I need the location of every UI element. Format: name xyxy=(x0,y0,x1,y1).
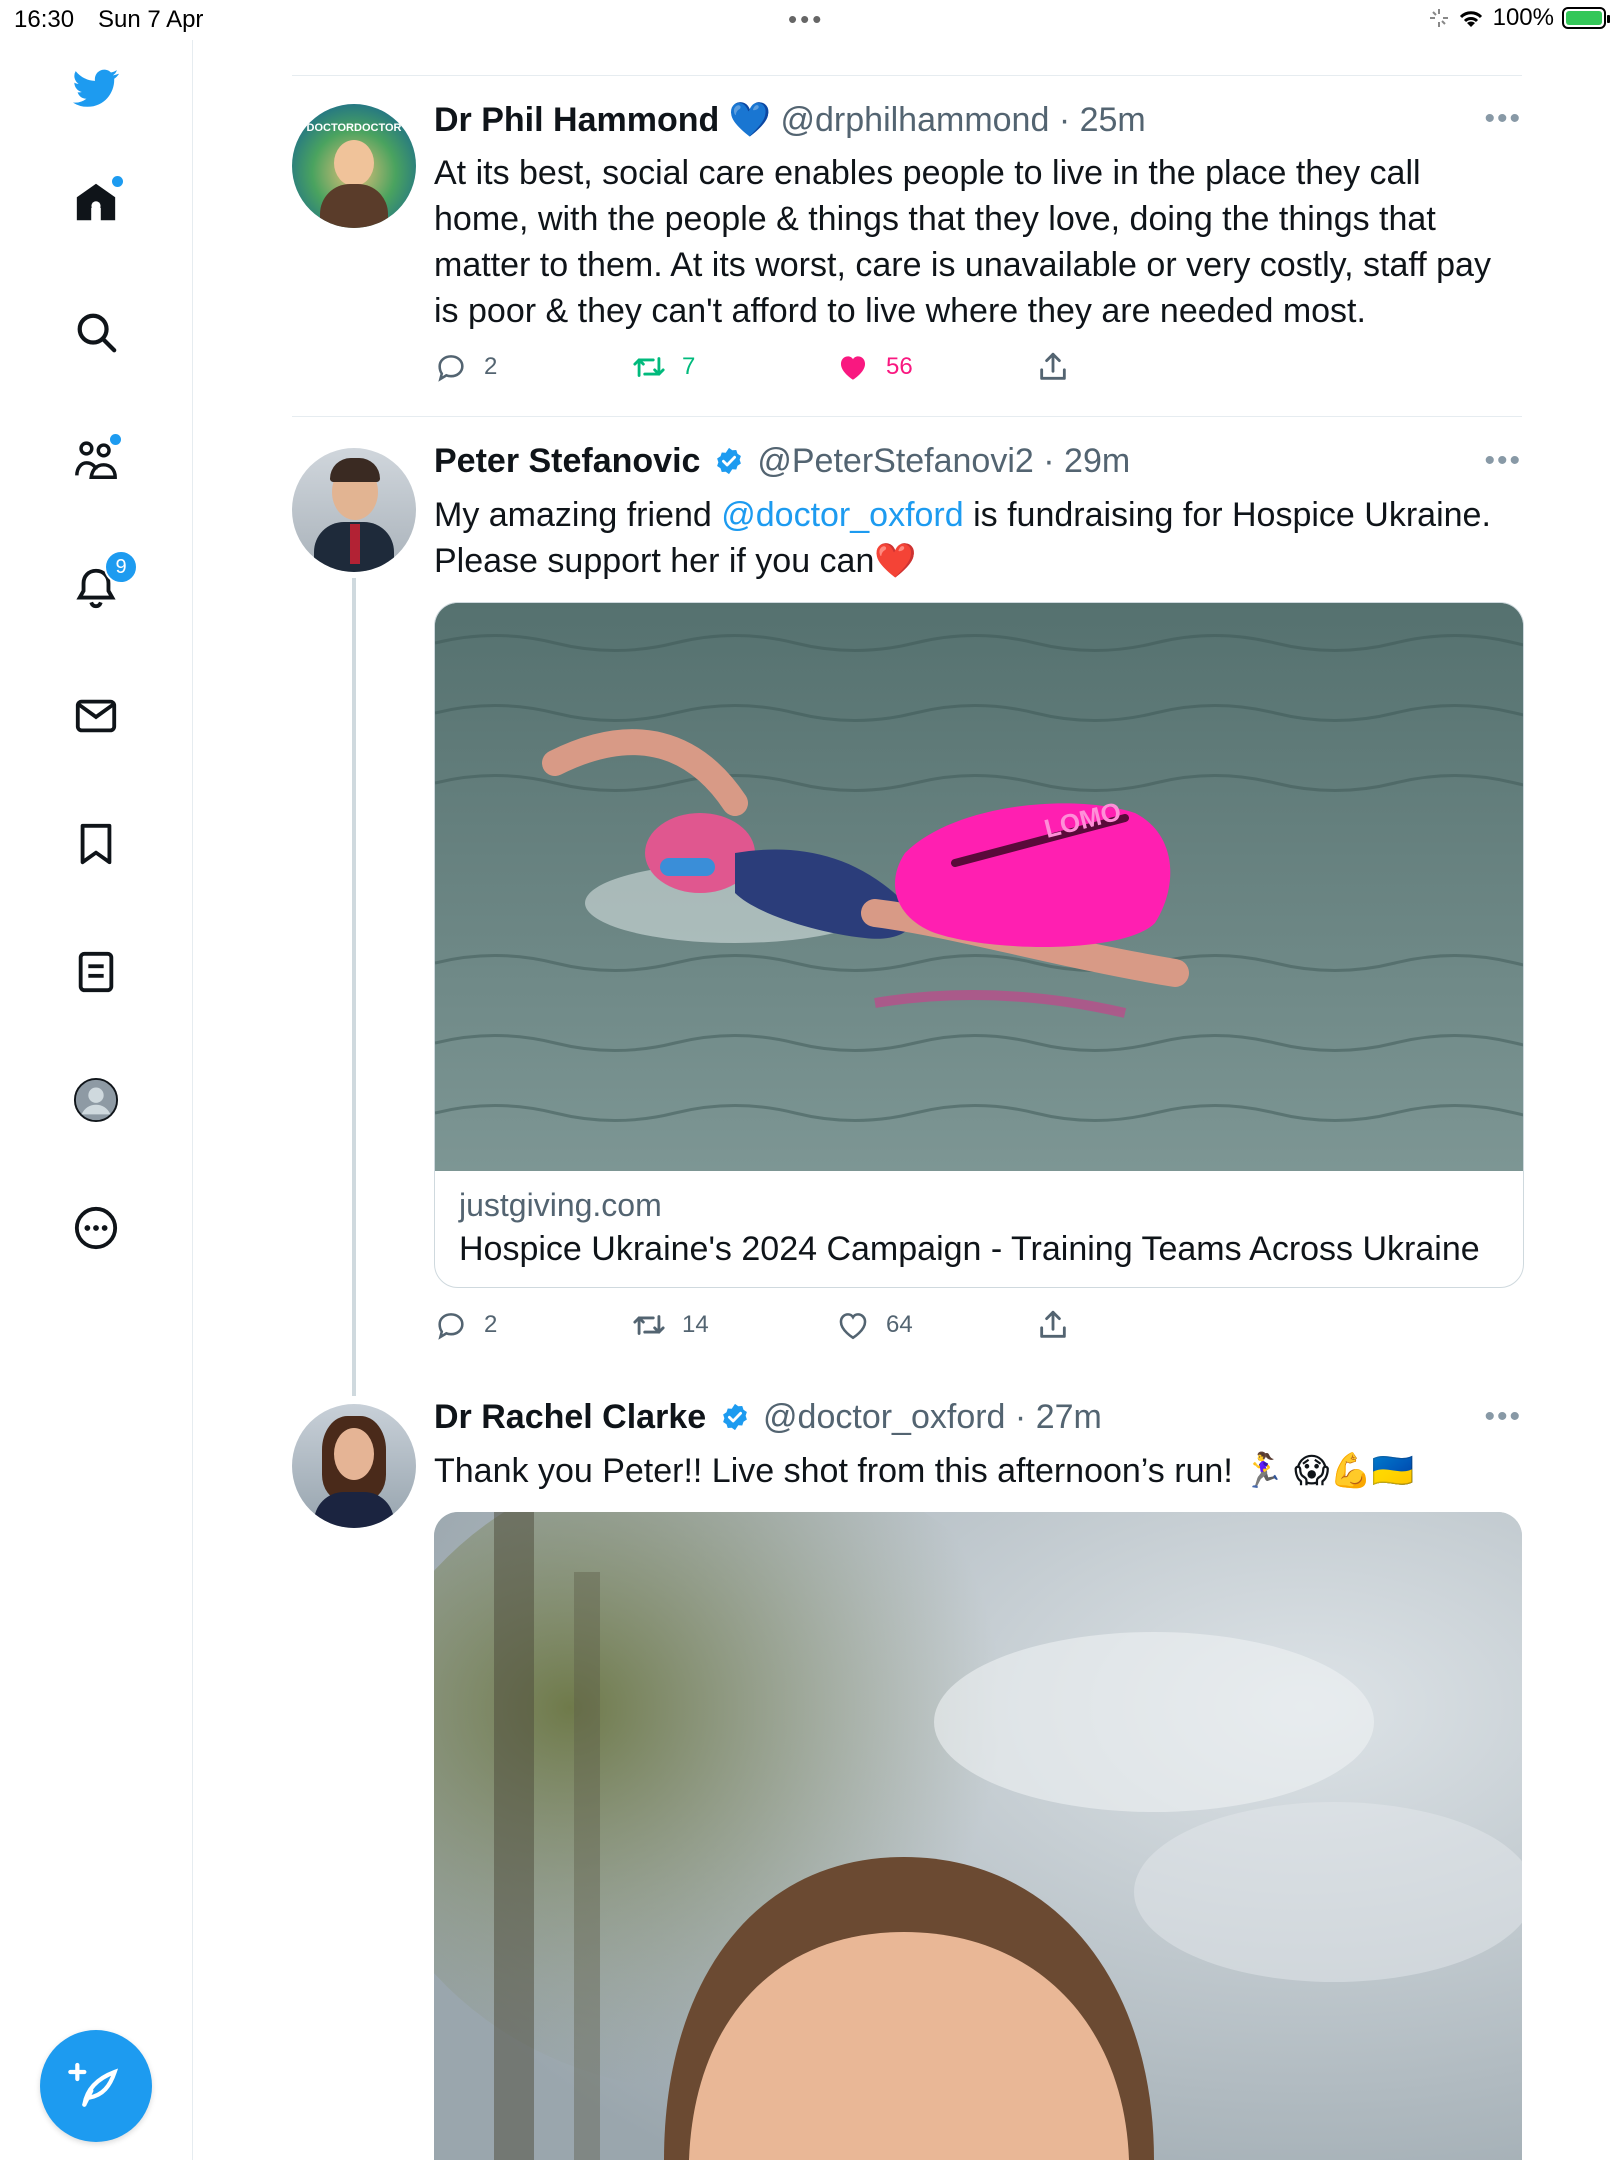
card-title: Hospice Ukraine's 2024 Campaign - Traini… xyxy=(459,1230,1480,1268)
avatar-tie xyxy=(350,524,360,564)
divider xyxy=(292,416,1522,417)
tweet-text-part: My amazing friend xyxy=(434,496,722,534)
retweet-count: 14 xyxy=(682,1311,709,1338)
compose-tweet-button[interactable] xyxy=(40,2030,152,2142)
lists-icon[interactable] xyxy=(70,946,122,998)
notifications-badge: 9 xyxy=(104,550,138,584)
search-icon[interactable] xyxy=(70,306,122,358)
retweet-icon xyxy=(633,357,665,377)
verified-badge-icon xyxy=(722,1403,747,1431)
tweet-more-icon[interactable]: ••• xyxy=(1484,102,1522,136)
divider xyxy=(292,75,1522,76)
display-name[interactable]: Dr Rachel Clarke xyxy=(434,1398,706,1436)
share-button[interactable] xyxy=(1036,350,1070,384)
notifications-icon[interactable]: 9 xyxy=(70,550,138,614)
compose-tweet-icon xyxy=(68,2062,119,2107)
mention-link[interactable]: @doctor_oxford xyxy=(721,496,963,534)
like-count: 64 xyxy=(886,1311,913,1338)
battery-icon xyxy=(1562,7,1610,29)
reply-icon xyxy=(438,355,464,382)
tweet-header: Peter Stefanovic @PeterStefanovi2 · 29m xyxy=(434,442,1130,481)
sidebar: 9 xyxy=(0,40,193,2160)
reply-button[interactable]: 2 xyxy=(434,1308,497,1342)
selfie-photo xyxy=(434,1512,1522,2160)
tweet-header: Dr Phil Hammond 💙 @drphilhammond · 25m xyxy=(434,100,1146,140)
tweet-more-icon[interactable]: ••• xyxy=(1484,1400,1522,1434)
card-meta: justgiving.com Hospice Ukraine's 2024 Ca… xyxy=(435,1171,1523,1287)
tweet-more-icon[interactable]: ••• xyxy=(1484,444,1522,478)
bookmarks-icon[interactable] xyxy=(70,818,122,870)
tweet-header: Dr Rachel Clarke @doctor_oxford · 27m xyxy=(434,1398,1102,1437)
tweet-text: My amazing friend @doctor_oxford is fund… xyxy=(434,492,1522,584)
retweet-button[interactable]: 14 xyxy=(632,1308,709,1342)
communities-unread-dot xyxy=(110,434,121,445)
like-count: 56 xyxy=(886,353,913,380)
like-button[interactable]: 64 xyxy=(836,1308,913,1342)
status-time: 16:30 xyxy=(14,6,75,33)
reply-count: 2 xyxy=(484,1311,498,1338)
link-card[interactable]: LOMO justgiving.com Hospice Ukraine's 20… xyxy=(434,602,1524,1288)
tweet-actions: 2 7 56 xyxy=(434,350,1134,390)
avatar-drphilhammond[interactable]: DOCTORDOCTOR xyxy=(292,104,416,228)
reply-icon xyxy=(438,1313,464,1340)
handle[interactable]: @doctor_oxford xyxy=(763,1398,1005,1436)
avatar-label: DOCTORDOCTOR xyxy=(306,122,402,134)
thread-line xyxy=(352,578,356,1396)
timeline-feed[interactable]: DOCTORDOCTOR Dr Phil Hammond 💙 @drphilha… xyxy=(292,0,1524,2160)
card-domain: justgiving.com xyxy=(459,1187,662,1223)
heart-filled-icon xyxy=(840,356,866,380)
tweet-text: At its best, social care enables people … xyxy=(434,154,1491,330)
home-unread-dot xyxy=(112,176,123,187)
tweet-text: Thank you Peter!! Live shot from this af… xyxy=(434,1452,1415,1490)
timestamp[interactable]: · 25m xyxy=(1059,101,1146,139)
share-icon xyxy=(1040,1310,1066,1338)
avatar-face xyxy=(334,140,374,186)
reply-button[interactable]: 2 xyxy=(434,350,497,384)
status-date: Sun 7 Apr xyxy=(98,6,204,33)
avatar-body xyxy=(320,184,388,228)
tweet-actions: 2 14 64 xyxy=(434,1308,1134,1348)
home-icon[interactable] xyxy=(70,176,123,228)
avatar-hair xyxy=(330,458,380,482)
timestamp[interactable]: · 29m xyxy=(1043,442,1130,480)
display-name[interactable]: Peter Stefanovic xyxy=(434,442,700,480)
verified-badge-icon xyxy=(717,447,741,475)
communities-icon[interactable] xyxy=(70,434,122,486)
blue-heart-emoji: 💙 xyxy=(728,101,772,139)
share-button[interactable] xyxy=(1036,1308,1070,1342)
retweet-count: 7 xyxy=(682,353,696,380)
heart-outline-icon xyxy=(839,1313,867,1340)
avatar-face xyxy=(334,1428,374,1480)
handle[interactable]: @PeterStefanovi2 xyxy=(757,442,1033,480)
handle[interactable]: @drphilhammond xyxy=(781,101,1050,139)
more-icon[interactable] xyxy=(70,1202,122,1254)
profile-icon[interactable] xyxy=(70,1074,122,1126)
retweet-button[interactable]: 7 xyxy=(632,350,695,384)
messages-icon[interactable] xyxy=(70,690,122,742)
avatar-peterstefanovi2[interactable] xyxy=(292,448,416,572)
card-image-swimmer: LOMO xyxy=(435,603,1523,1171)
twitter-logo-icon[interactable] xyxy=(70,62,122,114)
share-icon xyxy=(1040,352,1066,380)
avatar-body xyxy=(314,1492,394,1528)
retweet-icon xyxy=(633,1315,665,1335)
tweet-photo[interactable] xyxy=(434,1512,1522,2160)
like-button[interactable]: 56 xyxy=(836,350,913,384)
reply-count: 2 xyxy=(484,353,498,380)
timestamp[interactable]: · 27m xyxy=(1015,1398,1102,1436)
display-name[interactable]: Dr Phil Hammond xyxy=(434,101,719,139)
avatar-doctor-oxford[interactable] xyxy=(292,1404,416,1528)
swimmer-photo: LOMO xyxy=(435,603,1523,1171)
